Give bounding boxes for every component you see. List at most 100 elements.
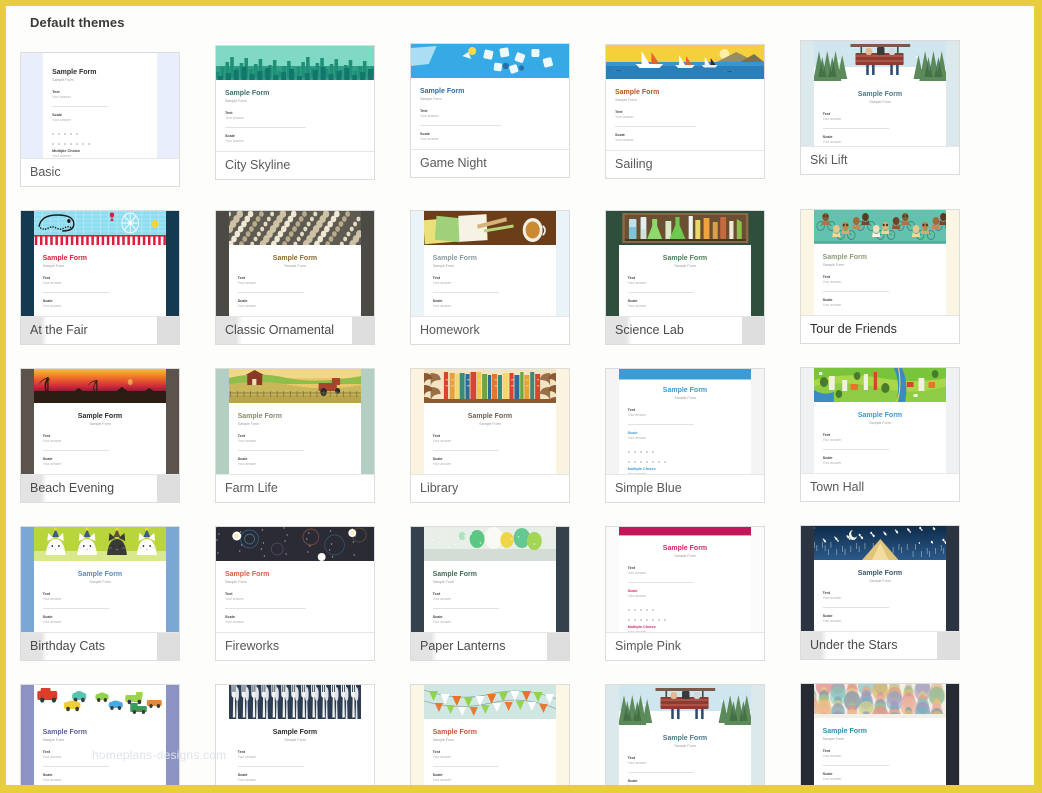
preview-form-body: Sample Form Sample Form Text Your answer Sca… xyxy=(229,405,362,474)
theme-tile-sailing[interactable]: Sample Form Sample Form Text Your answer Sca… xyxy=(605,44,765,179)
theme-tile-simple-pink[interactable]: Sample Form Sample Form Text Your answer Sca… xyxy=(605,526,765,661)
preview-form-paper: Sample Form Sample Form Text Your answer Sca… xyxy=(216,527,374,632)
preview-scale-hint: Your answer xyxy=(432,620,452,624)
preview-answer-hint: Your answer xyxy=(237,281,257,285)
theme-tile-classic-ornamental[interactable]: Sample Form Sample Form Text Your answer Sca… xyxy=(215,210,375,345)
preview-scale-options xyxy=(43,315,158,316)
theme-tile-ski-lift[interactable]: Sample Form Sample Form Text Your answer Sca… xyxy=(800,40,960,175)
theme-tile-library[interactable]: Sample Form Sample Form Text Your answer Sca… xyxy=(410,368,570,503)
preview-answer-hint: Your answer xyxy=(42,439,62,443)
preview-scale-hint: Your answer xyxy=(420,137,439,141)
preview-answer-underline xyxy=(432,608,500,609)
preview-banner-image xyxy=(33,211,167,245)
theme-cell: Sample Form Sample Form Text Your answer Sca… xyxy=(410,522,605,661)
preview-scale-hint: Your answer xyxy=(627,594,647,598)
preview-banner-image xyxy=(43,53,157,57)
theme-name-label: Sailing xyxy=(615,157,653,171)
theme-name-label: Birthday Cats xyxy=(21,633,179,660)
theme-tile-game-night[interactable]: Sample Form Sample Form Text Your answer Sca… xyxy=(410,43,570,178)
preview-scale-hint: Your answer xyxy=(42,778,62,782)
preview-scale-options xyxy=(225,631,365,632)
preview-answer-underline xyxy=(42,608,110,609)
preview-scale-options xyxy=(238,473,353,474)
theme-tile-fireworks[interactable]: Sample Form Sample Form Text Your answer Sca… xyxy=(215,526,375,661)
theme-name-label: Homework xyxy=(420,323,480,337)
theme-tile-pennant-banner[interactable]: Sample Form Sample Form Text Your answer Sca… xyxy=(410,684,570,785)
theme-tile-forks-knives[interactable]: Sample Form Sample Form Text Your answer Sca… xyxy=(215,684,375,785)
theme-cell: Sample Form Sample Form Text Your answer Sca… xyxy=(20,38,215,187)
preview-scale-options xyxy=(433,473,548,474)
preview-form-title: Sample Form xyxy=(42,729,87,736)
theme-preview: Sample Form Sample Form Text Your answer Sca… xyxy=(801,368,959,474)
preview-banner-image xyxy=(813,41,947,81)
theme-tile-beach-evening[interactable]: Sample Form Sample Form Text Your answer Sca… xyxy=(20,368,180,503)
theme-grid: Sample Form Sample Form Text Your answer Sca… xyxy=(6,38,1034,785)
theme-tile-tour-de-friends[interactable]: Sample Form Sample Form Text Your answer Sca… xyxy=(800,209,960,344)
theme-tile-birthday-cats[interactable]: Sample Form Sample Form Text Your answer Sca… xyxy=(20,526,180,661)
preview-scale-options xyxy=(238,315,353,316)
theme-name-label: Paper Lanterns xyxy=(411,633,569,660)
preview-form-paper: Sample Form Sample Form Text Your answer Sca… xyxy=(33,369,167,474)
preview-banner-image xyxy=(423,685,557,719)
preview-banner-image xyxy=(618,211,752,245)
preview-scale-options xyxy=(823,314,938,315)
preview-answer-underline xyxy=(432,766,500,767)
theme-cell: Sample Form Sample Form Text Your answer Sca… xyxy=(215,206,410,345)
theme-cell: Sample Form Sample Form Text Your answer Sca… xyxy=(410,38,605,178)
preview-form-title: Sample Form xyxy=(42,255,87,262)
preview-answer-underline xyxy=(627,292,695,293)
preview-form-title: Sample Form xyxy=(662,387,708,394)
preview-answer-hint: Your answer xyxy=(627,281,647,285)
theme-tile-basic[interactable]: Sample Form Sample Form Text Your answer Sca… xyxy=(20,52,180,187)
preview-scale-hint: Your answer xyxy=(42,620,62,624)
theme-cell: Sample Form Sample Form Text Your answer Sca… xyxy=(215,522,410,661)
preview-form-body: Sample Form Sample Form Text Your answer Sca… xyxy=(34,247,167,316)
theme-tile-cars-trucks[interactable]: Sample Form Sample Form Text Your answer Sca… xyxy=(20,684,180,785)
theme-tile-at-the-fair[interactable]: Sample Form Sample Form Text Your answer Sca… xyxy=(20,210,180,345)
preview-scale-hint: Your answer xyxy=(237,304,257,308)
section-title: Default themes xyxy=(30,15,125,30)
preview-form-title: Sample Form xyxy=(432,729,477,736)
theme-cell: Sample Form Sample Form Text Your answer Sca… xyxy=(20,680,215,785)
preview-scale-hint: Your answer xyxy=(432,778,452,782)
preview-scale-hint: Your answer xyxy=(432,304,452,308)
preview-banner-image xyxy=(33,685,167,719)
theme-preview: Sample Form Sample Form Text Your answer Sca… xyxy=(606,211,764,317)
theme-tile-watercolors[interactable]: Sample Form Sample Form Text Your answer Sca… xyxy=(800,683,960,785)
preview-form-body: Sample Form Sample Form Text Your answer Sca… xyxy=(424,721,557,785)
theme-tile-city-skyline[interactable]: Sample Form Sample Form Text Your answer Sca… xyxy=(215,45,375,180)
preview-scale-options xyxy=(52,129,148,135)
preview-form-subtitle: Sample Form xyxy=(822,263,845,267)
theme-tile-paper-lanterns[interactable]: Sample Form Sample Form Text Your answer Sca… xyxy=(410,526,570,661)
preview-answer-hint: Your answer xyxy=(627,571,647,575)
preview-scale-hint: Your answer xyxy=(432,462,452,466)
preview-form-paper: Sample Form Sample Form Text Your answer Sca… xyxy=(813,526,947,631)
theme-tile-homework[interactable]: Sample Form Sample Form Text Your answer Sca… xyxy=(410,210,570,345)
preview-answer-underline xyxy=(822,128,890,129)
theme-preview: Sample Form Sample Form Text Your answer Sca… xyxy=(21,527,179,633)
theme-cell: Sample Form Sample Form Text Your answer Sca… xyxy=(605,364,800,503)
theme-cell: Sample Form Sample Form Text Your answer Sca… xyxy=(800,206,995,344)
theme-tile-simple-blue[interactable]: Sample Form Sample Form Text Your answer Sca… xyxy=(605,368,765,503)
theme-tile-ski-lift[interactable]: Sample Form Sample Form Text Your answer Sca… xyxy=(605,684,765,785)
preview-answer-hint: Your answer xyxy=(822,596,842,600)
preview-form-paper: Sample Form Sample Form Text Your answer Sca… xyxy=(423,527,557,632)
theme-cell: Sample Form Sample Form Text Your answer Sca… xyxy=(605,38,800,179)
preview-banner-image xyxy=(606,45,764,79)
preview-form-paper: Sample Form Sample Form Text Your answer Sca… xyxy=(228,369,362,474)
preview-form-paper: Sample Form Sample Form Text Your answer Sca… xyxy=(411,44,569,149)
preview-answer-underline xyxy=(42,766,110,767)
preview-form-title: Sample Form xyxy=(467,413,513,420)
theme-cell: Sample Form Sample Form Text Your answer Sca… xyxy=(20,364,215,503)
preview-form-paper: Sample Form Sample Form Text Your answer Sca… xyxy=(228,211,362,316)
preview-answer-hint: Your answer xyxy=(225,116,244,120)
theme-tile-farm-life[interactable]: Sample Form Sample Form Text Your answer Sca… xyxy=(215,368,375,503)
preview-banner-image xyxy=(216,46,374,80)
preview-banner-image xyxy=(228,369,362,403)
theme-tile-science-lab[interactable]: Sample Form Sample Form Text Your answer Sca… xyxy=(605,210,765,345)
theme-tile-town-hall[interactable]: Sample Form Sample Form Text Your answer Sca… xyxy=(800,367,960,502)
preview-form-subtitle: Sample Form xyxy=(674,396,696,400)
theme-tile-under-the-stars[interactable]: Sample Form Sample Form Text Your answer Sca… xyxy=(800,525,960,660)
preview-form-body: Sample Form Sample Form Text Your answer Sca… xyxy=(619,379,752,474)
preview-scale-options-secondary xyxy=(627,457,743,463)
